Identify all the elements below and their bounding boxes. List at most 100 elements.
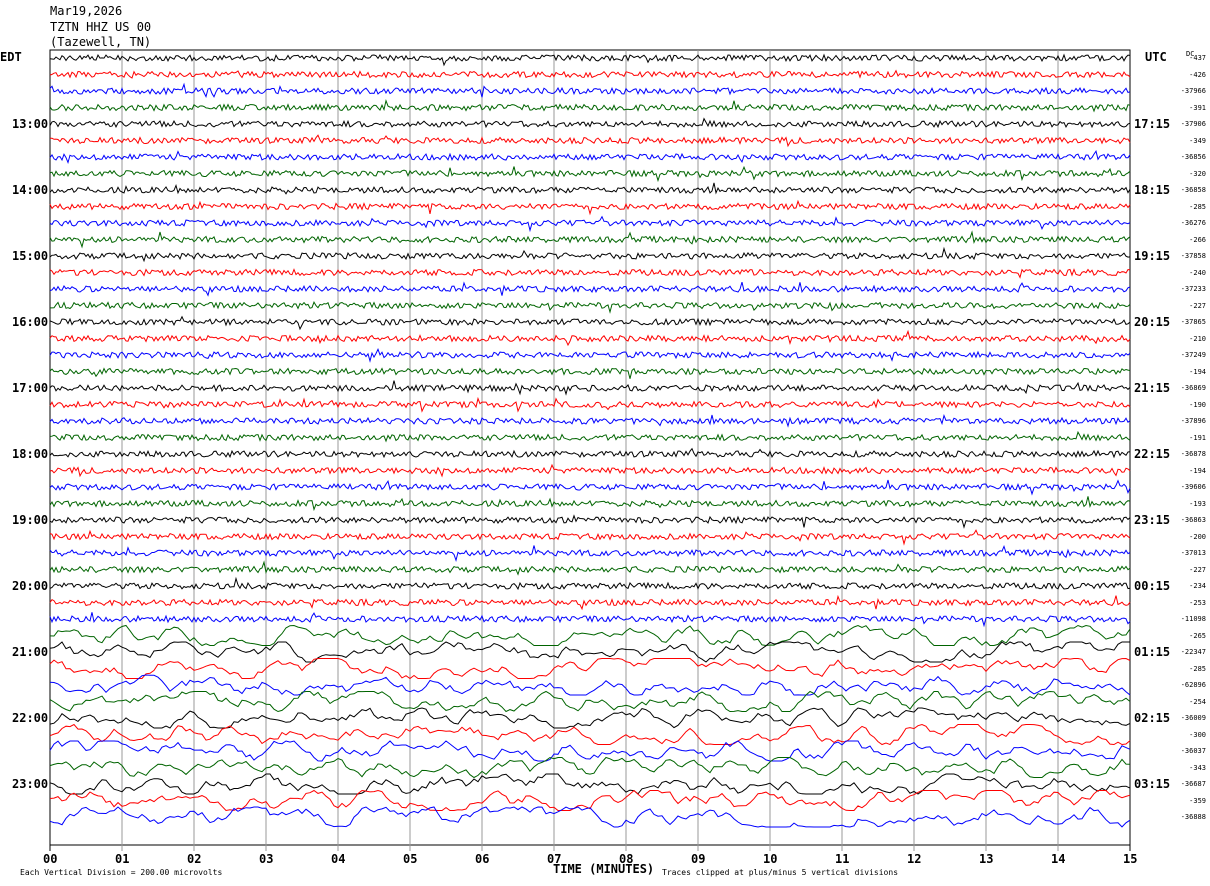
seismic-trace [49,576,1131,591]
seismic-trace [49,657,1131,680]
dc-offset-label: -22347 [1180,648,1206,656]
helicorder-plot [49,49,1131,851]
x-tick-label: 06 [475,852,490,866]
dc-offset-label: -36869 [1180,384,1206,392]
seismic-trace [49,447,1131,459]
seismic-trace [49,529,1131,546]
left-hour-label: 19:00 [12,513,49,527]
seismic-trace [49,740,1131,762]
x-tick-label: 03 [259,852,274,866]
x-tick-label: 02 [187,852,202,866]
dc-offset-label: -36878 [1180,450,1206,458]
dc-offset-label: -36863 [1180,516,1206,524]
seismic-trace [49,347,1131,363]
seismic-trace [49,612,1131,628]
x-tick-label: 09 [691,852,706,866]
dc-offset-label: -37858 [1180,252,1206,260]
right-hour-label: 18:15 [1134,183,1171,197]
right-hour-label: 23:15 [1134,513,1171,527]
dc-offset-label: -265 [1189,631,1206,640]
dc-offset-label: -227 [1189,301,1206,310]
seismic-trace [49,463,1131,478]
dc-offset-label: -37865 [1180,318,1206,326]
dc-offset-label: -391 [1189,103,1206,112]
right-hour-label: 22:15 [1134,447,1171,461]
left-hour-label: 16:00 [12,315,49,329]
dc-offset-label: -349 [1189,136,1206,145]
dc-offset-label: -253 [1189,598,1206,607]
dc-offset-label: -36888 [1180,813,1206,821]
dc-offset-label: -193 [1189,499,1206,508]
seismic-trace [49,98,1131,113]
seismic-trace [49,514,1131,529]
seismic-trace [49,367,1131,379]
seismic-trace [49,544,1131,563]
right-hour-label: 17:15 [1134,117,1171,131]
dc-offset-label: -36856 [1180,153,1206,161]
x-tick-label: 01 [115,852,130,866]
right-hour-label: 19:15 [1134,249,1171,263]
seismic-trace [49,773,1131,795]
dc-offset-label: -191 [1189,433,1206,442]
dc-offset-label: -190 [1189,400,1206,409]
left-hour-label: 22:00 [12,711,49,725]
x-tick-label: 15 [1123,852,1138,866]
seismic-trace [49,82,1131,99]
seismic-trace [49,199,1131,216]
clip-note: Traces clipped at plus/minus 5 vertical … [662,868,899,877]
dc-offset-label: -36687 [1180,780,1206,788]
dc-offset-label: -240 [1189,268,1206,277]
right-hour-label: 03:15 [1134,777,1171,791]
dc-offset-label: -36276 [1180,219,1206,227]
seismic-trace [49,690,1131,713]
seismic-trace [49,396,1131,413]
seismic-trace [49,594,1131,611]
seismic-trace [49,117,1131,129]
right-hour-label: 00:15 [1134,579,1171,593]
left-hour-label: 18:00 [12,447,49,461]
dc-offset-label: -11098 [1180,615,1206,623]
dc-offset-label: -36009 [1180,714,1206,722]
seismic-trace [49,479,1131,496]
x-tick-label: 00 [43,852,58,866]
left-hour-label: 21:00 [12,645,49,659]
x-tick-label: 11 [835,852,850,866]
seismic-trace [49,430,1131,443]
dc-offset-label: -234 [1189,582,1206,590]
seismic-trace [49,246,1131,263]
dc-offset-label: -320 [1189,169,1206,178]
right-hour-label: 21:15 [1134,381,1171,395]
trace-group [49,53,1131,828]
seismic-trace [49,215,1131,233]
dc-offset-label: -300 [1189,730,1206,739]
dc-offset-label: -62896 [1180,681,1206,689]
left-hour-label: 13:00 [12,117,49,131]
x-axis-title: TIME (MINUTES) [553,862,655,876]
x-tick-label: 13 [979,852,994,866]
dc-offset-label: -343 [1189,763,1206,772]
seismic-trace [49,281,1131,297]
seismic-trace [49,53,1131,67]
seismic-trace [49,150,1131,165]
right-hour-label: 20:15 [1134,315,1171,329]
dc-offset-label: -37013 [1180,549,1206,557]
dc-offset-label: -194 [1189,466,1206,475]
seismic-trace [49,806,1131,828]
right-hour-label: 02:15 [1134,711,1171,725]
dc-offset-label: -285 [1189,664,1206,673]
seismic-trace [49,182,1131,195]
seismic-trace [49,230,1131,249]
seismic-trace [49,674,1131,696]
left-hour-label: 20:00 [12,579,49,593]
x-tick-label: 04 [331,852,346,866]
dc-offset-label: -37896 [1180,417,1206,425]
right-hour-label: 01:15 [1134,645,1171,659]
dc-offset-label: -37233 [1180,285,1206,293]
seismic-trace [49,69,1131,79]
dc-offset-label: -285 [1189,202,1206,211]
x-tick-label: 10 [763,852,778,866]
seismic-trace [50,301,1131,314]
dc-offset-label: -36858 [1180,186,1206,194]
seismic-trace [49,414,1131,428]
x-tick-label: 12 [907,852,922,866]
